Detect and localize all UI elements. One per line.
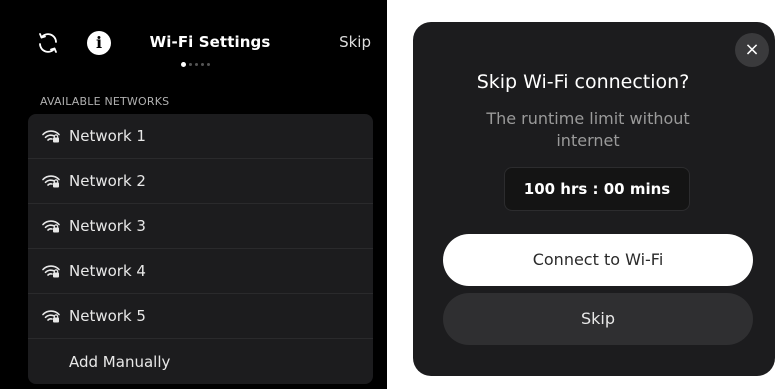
runtime-limit-value: 100 hrs : 00 mins — [504, 167, 690, 211]
wifi-lock-icon — [42, 130, 60, 143]
network-list: Network 1 Network 2 Network 3 Network 4 … — [28, 114, 373, 384]
wifi-lock-icon — [42, 220, 60, 233]
page-dot — [207, 62, 210, 66]
info-icon[interactable]: i — [87, 31, 111, 55]
network-item-5[interactable]: Network 5 — [28, 294, 373, 339]
skip-button[interactable]: Skip — [443, 293, 753, 345]
page-dot — [201, 62, 204, 66]
network-label: Network 2 — [69, 172, 146, 190]
add-manually-label: Add Manually — [69, 352, 171, 371]
connect-wifi-button[interactable]: Connect to Wi-Fi — [443, 234, 753, 286]
network-label: Network 3 — [69, 217, 146, 235]
page-dot-active — [181, 61, 186, 67]
page-indicator — [181, 61, 210, 67]
network-label: Network 5 — [69, 307, 146, 325]
wifi-settings-screen: i Wi-Fi Settings Skip AVAILABLE NETWORKS… — [0, 0, 387, 389]
page-title: Wi-Fi Settings — [149, 33, 271, 51]
network-label: Network 1 — [69, 127, 146, 145]
network-item-4[interactable]: Network 4 — [28, 249, 373, 294]
section-label: AVAILABLE NETWORKS — [40, 95, 170, 108]
add-manually-item[interactable]: Add Manually — [28, 339, 373, 384]
refresh-icon[interactable] — [36, 31, 60, 55]
wifi-lock-icon — [42, 310, 60, 323]
network-label: Network 4 — [69, 262, 146, 280]
page-dot — [195, 62, 198, 66]
dialog-title: Skip Wi-Fi connection? — [476, 71, 690, 93]
network-item-1[interactable]: Network 1 — [28, 114, 373, 159]
close-icon[interactable]: × — [735, 33, 769, 67]
skip-link[interactable]: Skip — [339, 33, 371, 51]
network-item-2[interactable]: Network 2 — [28, 159, 373, 204]
page-dot — [189, 62, 192, 66]
network-item-3[interactable]: Network 3 — [28, 204, 373, 249]
skip-wifi-dialog: × Skip Wi-Fi connection? The runtime lim… — [413, 22, 775, 376]
wifi-lock-icon — [42, 175, 60, 188]
dialog-subtitle: The runtime limit without internet — [486, 109, 690, 150]
wifi-lock-icon — [42, 265, 60, 278]
